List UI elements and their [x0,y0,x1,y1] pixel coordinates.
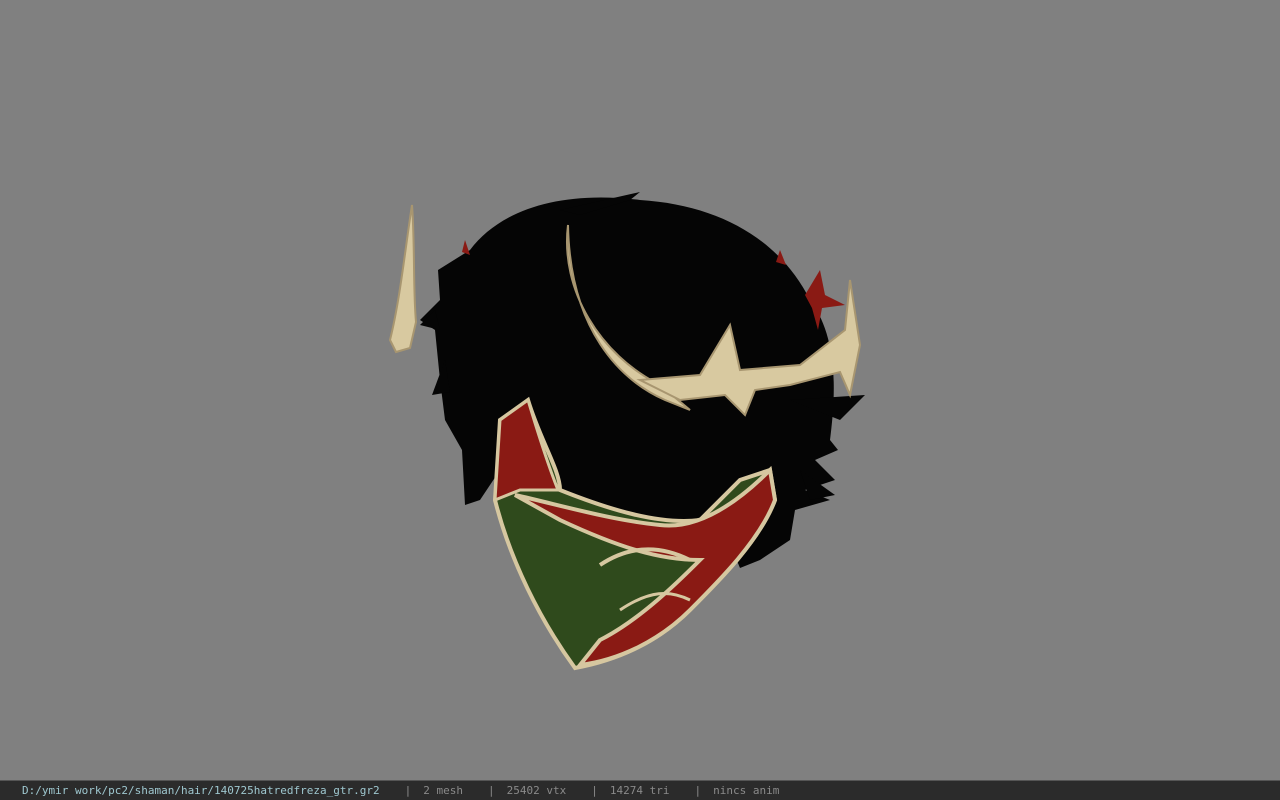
separator: | [591,784,598,797]
status-bar: D:/ymir work/pc2/shaman/hair/140725hatre… [0,780,1280,800]
separator: | [694,784,702,797]
3d-viewport[interactable] [0,0,1280,780]
vertex-count: 25402 vtx [506,784,567,797]
triangle-count: 14274 tri [609,784,670,797]
hair-mask-model[interactable] [0,0,1280,780]
mesh-count: 2 mesh [423,784,463,797]
animation-status: nincs anim [713,784,780,797]
separator: | [404,784,412,797]
left-horn [388,204,418,354]
separator: | [488,784,495,797]
file-path: D:/ymir work/pc2/shaman/hair/140725hatre… [22,784,380,797]
